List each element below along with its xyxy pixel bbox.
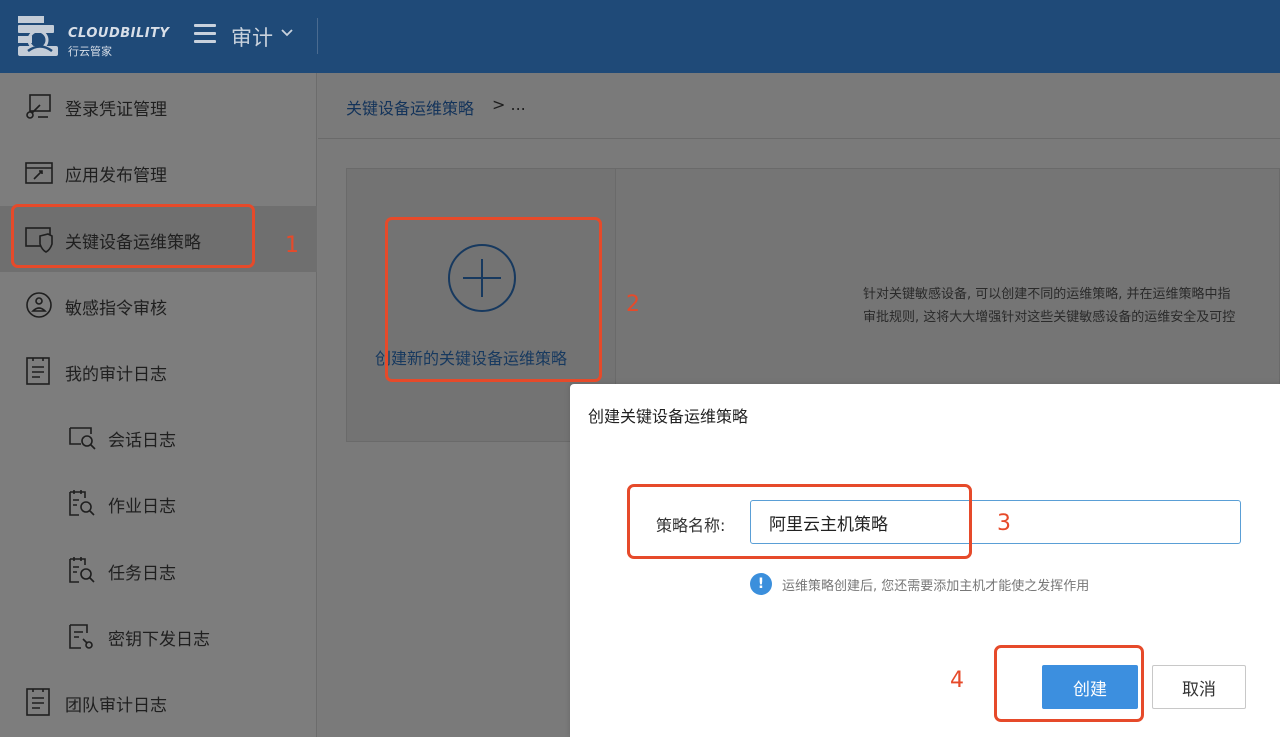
- annotation-number-step3: 3: [997, 511, 1011, 536]
- sidebar-item-credentials[interactable]: 登录凭证管理: [0, 73, 317, 139]
- sidebar-item-label: 登录凭证管理: [65, 100, 167, 120]
- breadcrumb: 关键设备运维策略 > ...: [318, 73, 1280, 139]
- sidebar: 登录凭证管理 应用发布管理 关键设备运维策略 敏感指令审核 我的审计日志 会话日…: [0, 73, 317, 737]
- top-bar: CLOUDBILITY 行云管家 审计: [0, 0, 1280, 73]
- hint-text: 运维策略创建后, 您还需要添加主机才能使之发挥作用: [782, 578, 1090, 594]
- sensitive-command-icon: [26, 292, 52, 318]
- info-icon: !: [750, 573, 772, 595]
- sidebar-item-my-audit-log[interactable]: 我的审计日志: [0, 338, 317, 404]
- description-line: 审批规则, 这将大大增强针对这些关键敏感设备的运维安全及可控: [863, 310, 1236, 325]
- annotation-number-step4: 4: [950, 668, 964, 693]
- breadcrumb-current: > ...: [492, 95, 526, 114]
- sidebar-item-label: 应用发布管理: [65, 166, 167, 186]
- dialog-title: 创建关键设备运维策略: [588, 407, 749, 426]
- sidebar-item-team-audit-log[interactable]: 团队审计日志: [0, 669, 317, 735]
- module-title[interactable]: 审计: [231, 22, 273, 52]
- hint: ! 运维策略创建后, 您还需要添加主机才能使之发挥作用: [750, 573, 1089, 595]
- sidebar-item-app-publish[interactable]: 应用发布管理: [0, 139, 317, 205]
- hamburger-menu-icon[interactable]: [194, 24, 218, 46]
- app-publish-icon: [25, 162, 53, 184]
- breadcrumb-link[interactable]: 关键设备运维策略: [346, 95, 474, 119]
- top-divider: [317, 18, 318, 54]
- cancel-button[interactable]: 取消: [1152, 665, 1246, 709]
- task-log-icon: [69, 557, 95, 583]
- logo[interactable]: CLOUDBILITY 行云管家: [16, 12, 172, 60]
- chevron-down-icon[interactable]: [280, 28, 294, 38]
- session-log-icon: [69, 427, 96, 450]
- sidebar-item-job-log[interactable]: 作业日志: [0, 470, 317, 536]
- sidebar-item-label: 我的审计日志: [65, 365, 167, 385]
- cloud-logo-icon: [18, 16, 58, 56]
- create-policy-dialog: 创建关键设备运维策略 策略名称: ! 运维策略创建后, 您还需要添加主机才能使之…: [570, 384, 1280, 737]
- description-line: 针对关键敏感设备, 可以创建不同的运维策略, 并在运维策略中指: [863, 287, 1231, 302]
- sidebar-item-label: 会话日志: [108, 431, 176, 451]
- annotation-number-step2: 2: [626, 292, 640, 317]
- policy-description: 针对关键敏感设备, 可以创建不同的运维策略, 并在运维策略中指 审批规则, 这将…: [863, 283, 1235, 329]
- sidebar-item-label: 作业日志: [108, 497, 176, 517]
- annotation-box-step4: [994, 645, 1144, 722]
- annotation-box-step1: [11, 204, 255, 268]
- sidebar-item-sensitive-command[interactable]: 敏感指令审核: [0, 272, 317, 338]
- logo-text-cn: 行云管家: [68, 45, 112, 58]
- sidebar-item-task-log[interactable]: 任务日志: [0, 537, 317, 603]
- annotation-box-step3: [627, 484, 972, 559]
- credential-icon: [26, 94, 51, 119]
- sidebar-item-key-log[interactable]: 密钥下发日志: [0, 603, 317, 669]
- sidebar-item-label: 敏感指令审核: [65, 299, 167, 319]
- document-icon: [26, 357, 50, 385]
- job-log-icon: [69, 490, 95, 516]
- logo-text-en: CLOUDBILITY: [68, 26, 170, 41]
- key-log-icon: [69, 624, 93, 649]
- sidebar-item-label: 任务日志: [108, 564, 176, 584]
- document-icon: [26, 688, 50, 716]
- sidebar-item-session-log[interactable]: 会话日志: [0, 404, 317, 470]
- annotation-number-step1: 1: [285, 233, 299, 258]
- sidebar-item-label: 团队审计日志: [65, 696, 167, 716]
- sidebar-item-label: 密钥下发日志: [108, 630, 210, 650]
- annotation-box-step2: [385, 217, 602, 382]
